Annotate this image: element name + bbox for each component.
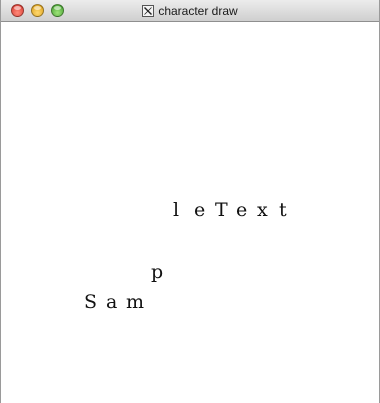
glyph-l: l: [173, 199, 180, 221]
glyph-a: a: [106, 291, 118, 313]
x11-icon: [142, 5, 155, 17]
glyph-x: x: [257, 199, 268, 221]
drawing-canvas[interactable]: l e T e x t p S a m: [1, 22, 379, 403]
window-title: character draw: [158, 4, 238, 18]
glyph-e: e: [236, 199, 248, 221]
glyph-T: T: [215, 199, 228, 221]
glyph-p: p: [151, 261, 164, 283]
glyph-m: m: [126, 291, 145, 313]
window-title-area: character draw: [1, 0, 379, 22]
glyph-t: t: [279, 199, 287, 221]
app-window: character draw l e T e x t p S a m: [0, 0, 380, 403]
glyph-e: e: [194, 199, 206, 221]
title-bar[interactable]: character draw: [1, 0, 379, 22]
glyph-S: S: [84, 291, 98, 313]
